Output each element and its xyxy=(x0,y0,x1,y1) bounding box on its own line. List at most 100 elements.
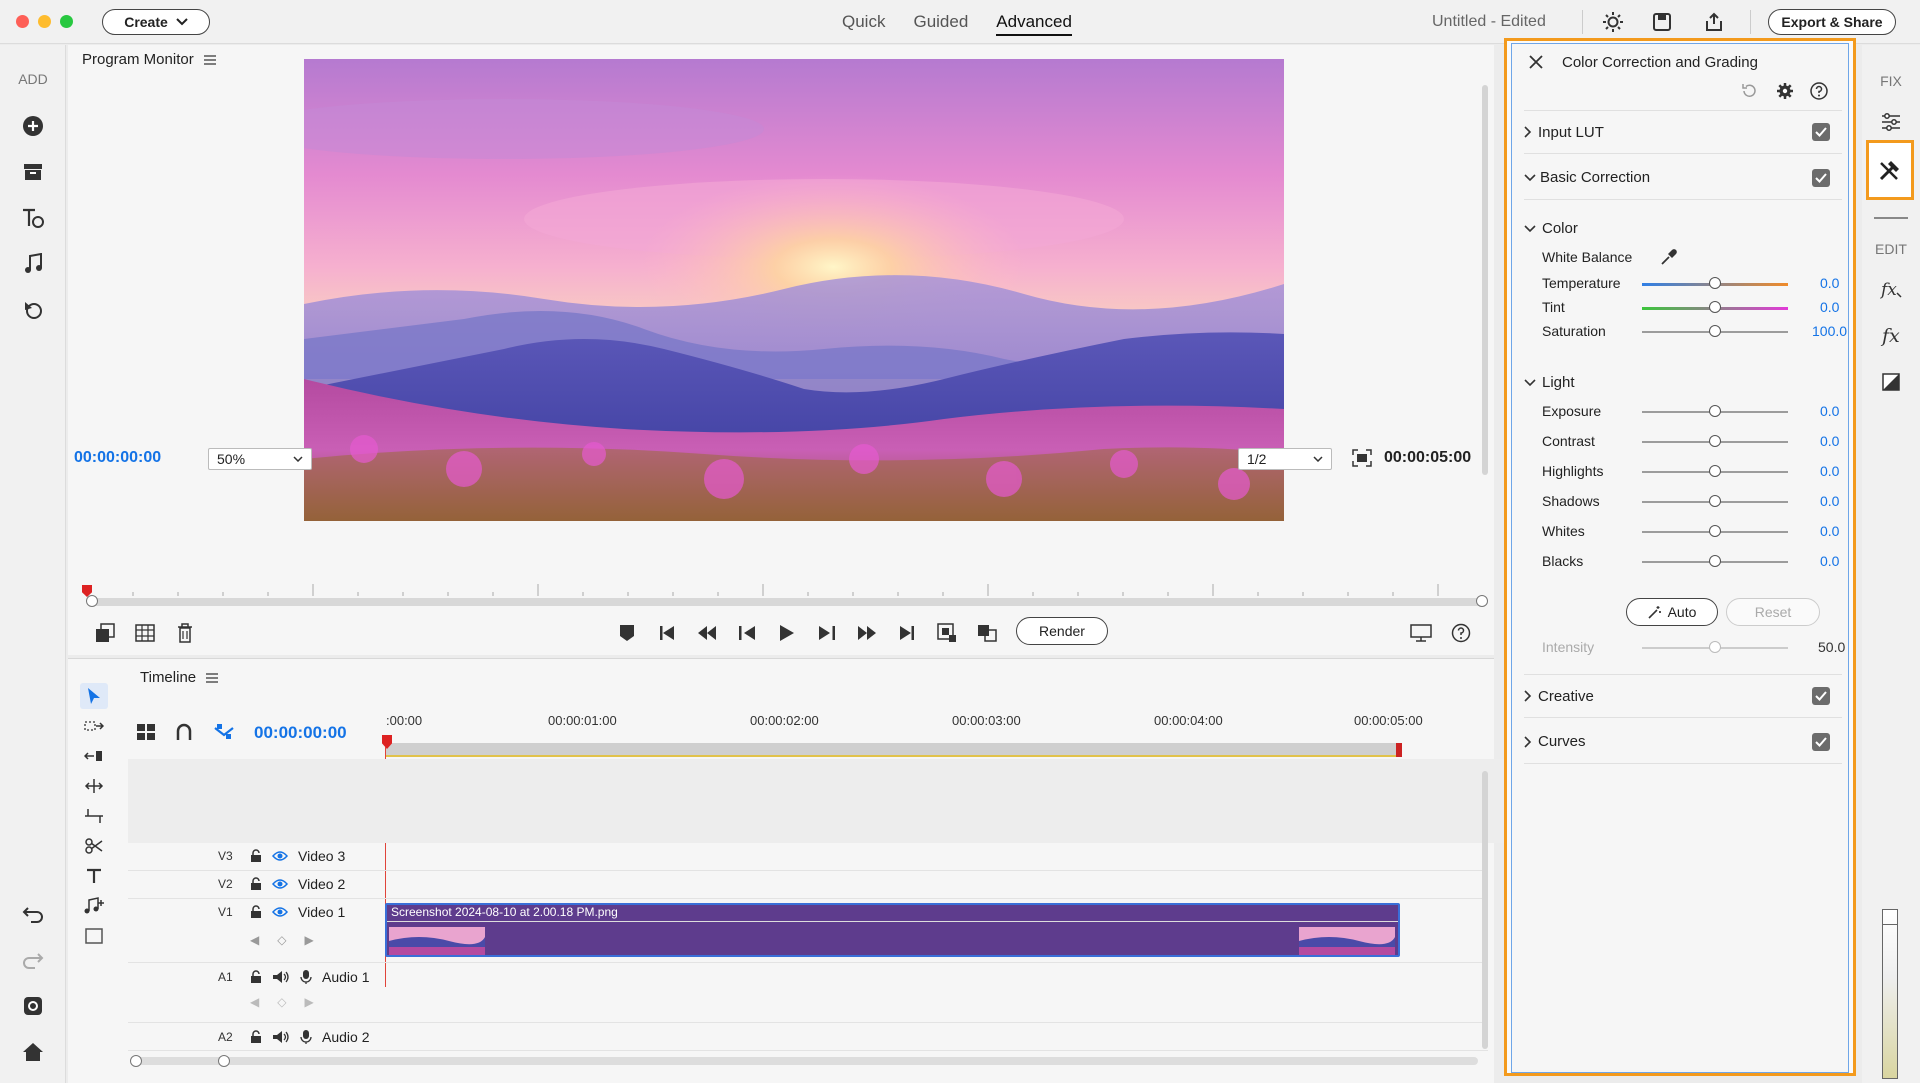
saturation-slider[interactable]: Saturation 100.0 xyxy=(1542,320,1847,344)
music-icon[interactable] xyxy=(20,251,46,277)
monitor-scrollbar[interactable] xyxy=(1482,85,1488,475)
rectangle-tool-icon[interactable] xyxy=(80,923,108,949)
light-group-header[interactable]: Light xyxy=(1524,374,1575,391)
export-share-button[interactable]: Export & Share xyxy=(1768,9,1896,35)
previous-frame-icon[interactable] xyxy=(734,620,760,646)
input-lut-checkbox[interactable] xyxy=(1812,123,1830,141)
temperature-knob[interactable] xyxy=(1709,277,1721,289)
undo-icon[interactable] xyxy=(20,901,46,927)
panel-menu-icon[interactable] xyxy=(206,672,219,683)
slider-value[interactable]: 0.0 xyxy=(1820,299,1839,315)
zoom-end-handle[interactable] xyxy=(218,1055,230,1067)
split-view-icon[interactable] xyxy=(974,620,1000,646)
next-frame-icon[interactable] xyxy=(814,620,840,646)
eye-icon[interactable] xyxy=(272,906,288,918)
exposure-slider[interactable]: Exposure 0.0 xyxy=(1542,400,1842,424)
render-button[interactable]: Render xyxy=(1016,617,1108,645)
shadows-knob[interactable] xyxy=(1709,495,1721,507)
scrub-end-handle[interactable] xyxy=(1476,595,1488,607)
export-frame-icon[interactable] xyxy=(934,620,960,646)
intensity-slider[interactable]: Intensity 50.0 xyxy=(1542,636,1845,660)
share-icon[interactable] xyxy=(1702,10,1726,34)
slider-value[interactable]: 0.0 xyxy=(1820,463,1839,479)
close-icon[interactable] xyxy=(1528,54,1544,70)
snap-magnet-icon[interactable] xyxy=(176,723,196,743)
adjustments-icon[interactable] xyxy=(1878,109,1904,135)
zoom-start-handle[interactable] xyxy=(130,1055,142,1067)
archive-icon[interactable] xyxy=(20,159,46,185)
selection-tool-icon[interactable] xyxy=(80,683,108,709)
highlights-slider[interactable]: Highlights 0.0 xyxy=(1542,460,1842,484)
blacks-knob[interactable] xyxy=(1709,555,1721,567)
previous-keyframe-icon[interactable]: ◀ xyxy=(250,933,259,947)
help-icon[interactable] xyxy=(1448,620,1474,646)
microphone-icon[interactable] xyxy=(300,1029,312,1045)
zoom-window-button[interactable] xyxy=(60,15,73,28)
whites-knob[interactable] xyxy=(1709,525,1721,537)
auto-button[interactable]: Auto xyxy=(1626,598,1718,626)
shadows-slider[interactable]: Shadows 0.0 xyxy=(1542,490,1842,514)
organizer-icon[interactable] xyxy=(20,993,46,1019)
mode-quick[interactable]: Quick xyxy=(842,12,885,36)
lock-icon[interactable] xyxy=(250,905,262,919)
close-window-button[interactable] xyxy=(16,15,29,28)
speaker-icon[interactable] xyxy=(272,970,290,984)
marker-icon[interactable] xyxy=(614,620,640,646)
temperature-slider[interactable]: Temperature 0.0 xyxy=(1542,272,1842,296)
go-to-start-icon[interactable] xyxy=(654,620,680,646)
timeline-current-time[interactable]: 00:00:00:00 xyxy=(254,723,347,743)
reset-all-icon[interactable] xyxy=(1740,82,1758,100)
color-group-header[interactable]: Color xyxy=(1524,220,1578,237)
section-creative[interactable]: Creative xyxy=(1524,674,1842,718)
blacks-slider[interactable]: Blacks 0.0 xyxy=(1542,550,1842,574)
add-title-icon[interactable] xyxy=(20,205,46,231)
applied-effects-icon[interactable]: fx xyxy=(1878,277,1904,303)
exposure-knob[interactable] xyxy=(1709,405,1721,417)
zoom-dropdown[interactable]: 50% xyxy=(208,448,312,470)
scrub-start-handle[interactable] xyxy=(86,595,98,607)
eye-icon[interactable] xyxy=(272,850,288,862)
linked-selection-icon[interactable] xyxy=(214,723,234,743)
tools-icon[interactable] xyxy=(1877,157,1903,183)
reset-button[interactable]: Reset xyxy=(1726,598,1820,626)
mode-advanced[interactable]: Advanced xyxy=(996,12,1072,36)
curves-checkbox[interactable] xyxy=(1812,732,1830,751)
next-keyframe-icon[interactable]: ▶ xyxy=(304,995,313,1009)
next-keyframe-icon[interactable]: ▶ xyxy=(304,933,313,947)
microphone-icon[interactable] xyxy=(300,969,312,985)
redo-icon[interactable] xyxy=(20,947,46,973)
type-tool-icon[interactable] xyxy=(80,863,108,889)
ripple-edit-tool-icon[interactable] xyxy=(80,743,108,769)
slider-value[interactable]: 100.0 xyxy=(1812,323,1847,339)
timeline-ruler[interactable]: :00:00 00:00:01:00 00:00:02:00 00:00:03:… xyxy=(386,709,1436,739)
tint-knob[interactable] xyxy=(1709,301,1721,313)
slider-value[interactable]: 0.0 xyxy=(1820,403,1839,419)
contrast-knob[interactable] xyxy=(1709,435,1721,447)
razor-tool-icon[interactable] xyxy=(80,833,108,859)
lock-icon[interactable] xyxy=(250,849,262,863)
slider-value[interactable]: 0.0 xyxy=(1820,523,1839,539)
save-icon[interactable] xyxy=(1650,10,1674,34)
play-icon[interactable] xyxy=(774,620,800,646)
monitor-scrubber[interactable] xyxy=(88,598,1488,606)
track-select-tool-icon[interactable] xyxy=(80,713,108,739)
rolling-edit-tool-icon[interactable] xyxy=(80,773,108,799)
minimize-window-button[interactable] xyxy=(38,15,51,28)
speaker-icon[interactable] xyxy=(272,1030,290,1044)
go-to-end-icon[interactable] xyxy=(894,620,920,646)
brightness-icon[interactable] xyxy=(1601,10,1625,34)
monitor-current-time[interactable]: 00:00:00:00 xyxy=(74,449,161,467)
track-layout-icon[interactable] xyxy=(136,723,156,743)
previous-keyframe-icon[interactable]: ◀ xyxy=(250,995,259,1009)
audio-tool-icon[interactable] xyxy=(80,893,108,919)
add-media-icon[interactable] xyxy=(20,113,46,139)
copy-icon[interactable] xyxy=(92,620,118,646)
eyedropper-icon[interactable] xyxy=(1660,248,1678,266)
resolution-dropdown[interactable]: 1/2 xyxy=(1238,448,1332,470)
graphics-icon[interactable] xyxy=(20,297,46,323)
timeline-v-scrollbar[interactable] xyxy=(1482,771,1488,1049)
eye-icon[interactable] xyxy=(272,878,288,890)
slider-value[interactable]: 0.0 xyxy=(1820,433,1839,449)
highlights-knob[interactable] xyxy=(1709,465,1721,477)
trash-icon[interactable] xyxy=(172,620,198,646)
